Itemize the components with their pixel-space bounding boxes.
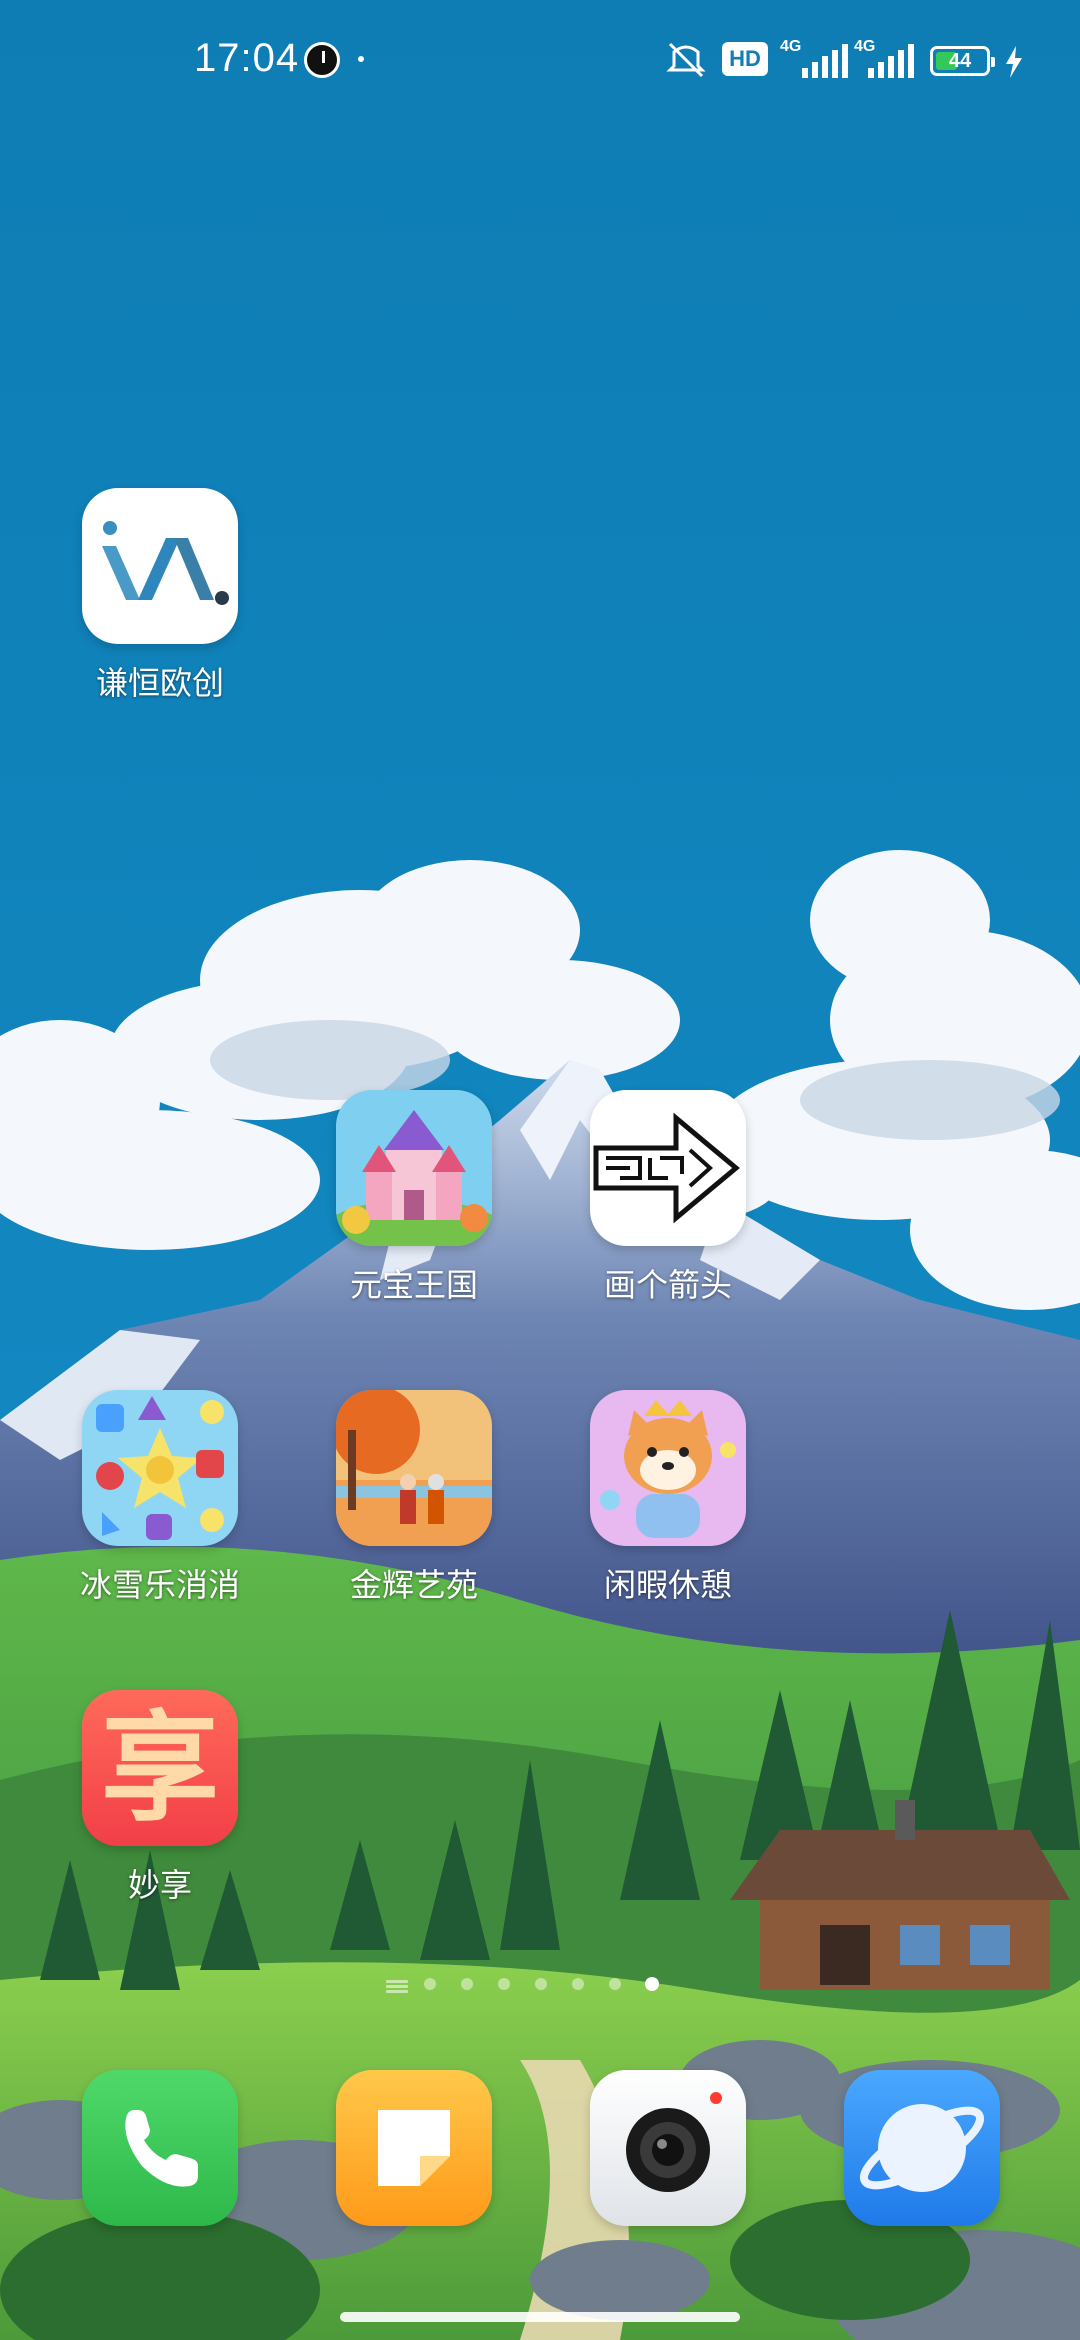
app-label: 谦恒欧创 xyxy=(95,665,224,701)
page-dot xyxy=(609,1978,621,1990)
app-miaoxiang[interactable]: 享 妙享 xyxy=(60,1690,260,1906)
page-dot xyxy=(424,1978,436,1990)
dock-browser[interactable] xyxy=(822,2070,1022,2226)
phone-icon xyxy=(82,2070,238,2226)
status-time: 17:04 xyxy=(194,36,300,80)
app-qianheng-ouchuang[interactable]: 谦恒欧创 xyxy=(60,488,260,704)
app-label: 闲暇休憩 xyxy=(603,1567,732,1603)
battery-icon: 44 xyxy=(930,46,995,76)
app-label: 画个箭头 xyxy=(603,1267,732,1303)
charging-bolt-icon xyxy=(1006,46,1022,78)
browser-icon xyxy=(844,2070,1000,2226)
notes-icon xyxy=(336,2070,492,2226)
app-draw-arrow[interactable]: 画个箭头 xyxy=(568,1090,768,1306)
dock-phone[interactable] xyxy=(60,2070,260,2226)
app-label: 冰雪乐消消 xyxy=(79,1567,240,1603)
signal-strength-1-icon xyxy=(802,44,848,78)
xiang-glyph: 享 xyxy=(100,1699,219,1837)
page-dot xyxy=(572,1978,584,1990)
candy-match-icon xyxy=(82,1390,238,1546)
xiang-character-icon: 享 xyxy=(82,1690,238,1846)
clock-app-icon xyxy=(304,42,340,78)
shiba-dog-icon xyxy=(590,1390,746,1546)
app-label: 妙享 xyxy=(127,1867,192,1903)
page-dot xyxy=(461,1978,473,1990)
page-indicator[interactable] xyxy=(0,1976,1080,1996)
va-logo-icon xyxy=(82,488,238,644)
app-yuanbao-kingdom[interactable]: 元宝王国 xyxy=(314,1090,514,1306)
maze-arrow-icon xyxy=(590,1090,746,1246)
page-dot xyxy=(498,1978,510,1990)
page-dot-active xyxy=(645,1977,659,1991)
dock-notes[interactable] xyxy=(314,2070,514,2226)
castle-icon xyxy=(336,1090,492,1246)
page-dot xyxy=(535,1978,547,1990)
signal-strength-2-icon xyxy=(868,44,914,78)
feed-page-icon xyxy=(386,1980,408,1993)
app-ice-snow-match[interactable]: 冰雪乐消消 xyxy=(60,1390,260,1606)
battery-level-text: 44 xyxy=(948,50,972,72)
home-gesture-bar[interactable] xyxy=(340,2312,740,2322)
mute-icon xyxy=(666,42,706,78)
app-label: 金辉艺苑 xyxy=(349,1567,478,1603)
hd-voice-icon: HD xyxy=(722,42,768,76)
autumn-couple-icon xyxy=(336,1390,492,1546)
notification-dot-icon xyxy=(358,56,364,62)
dock-camera[interactable] xyxy=(568,2070,768,2226)
network-type-1: 4G xyxy=(780,38,802,55)
app-label: 元宝王国 xyxy=(349,1267,478,1303)
status-bar: 17:04 HD 4G 4G 44 xyxy=(0,0,1080,120)
app-jinhui-yiyuan[interactable]: 金辉艺苑 xyxy=(314,1390,514,1606)
camera-icon xyxy=(590,2070,746,2226)
app-leisure-rest[interactable]: 闲暇休憩 xyxy=(568,1390,768,1606)
